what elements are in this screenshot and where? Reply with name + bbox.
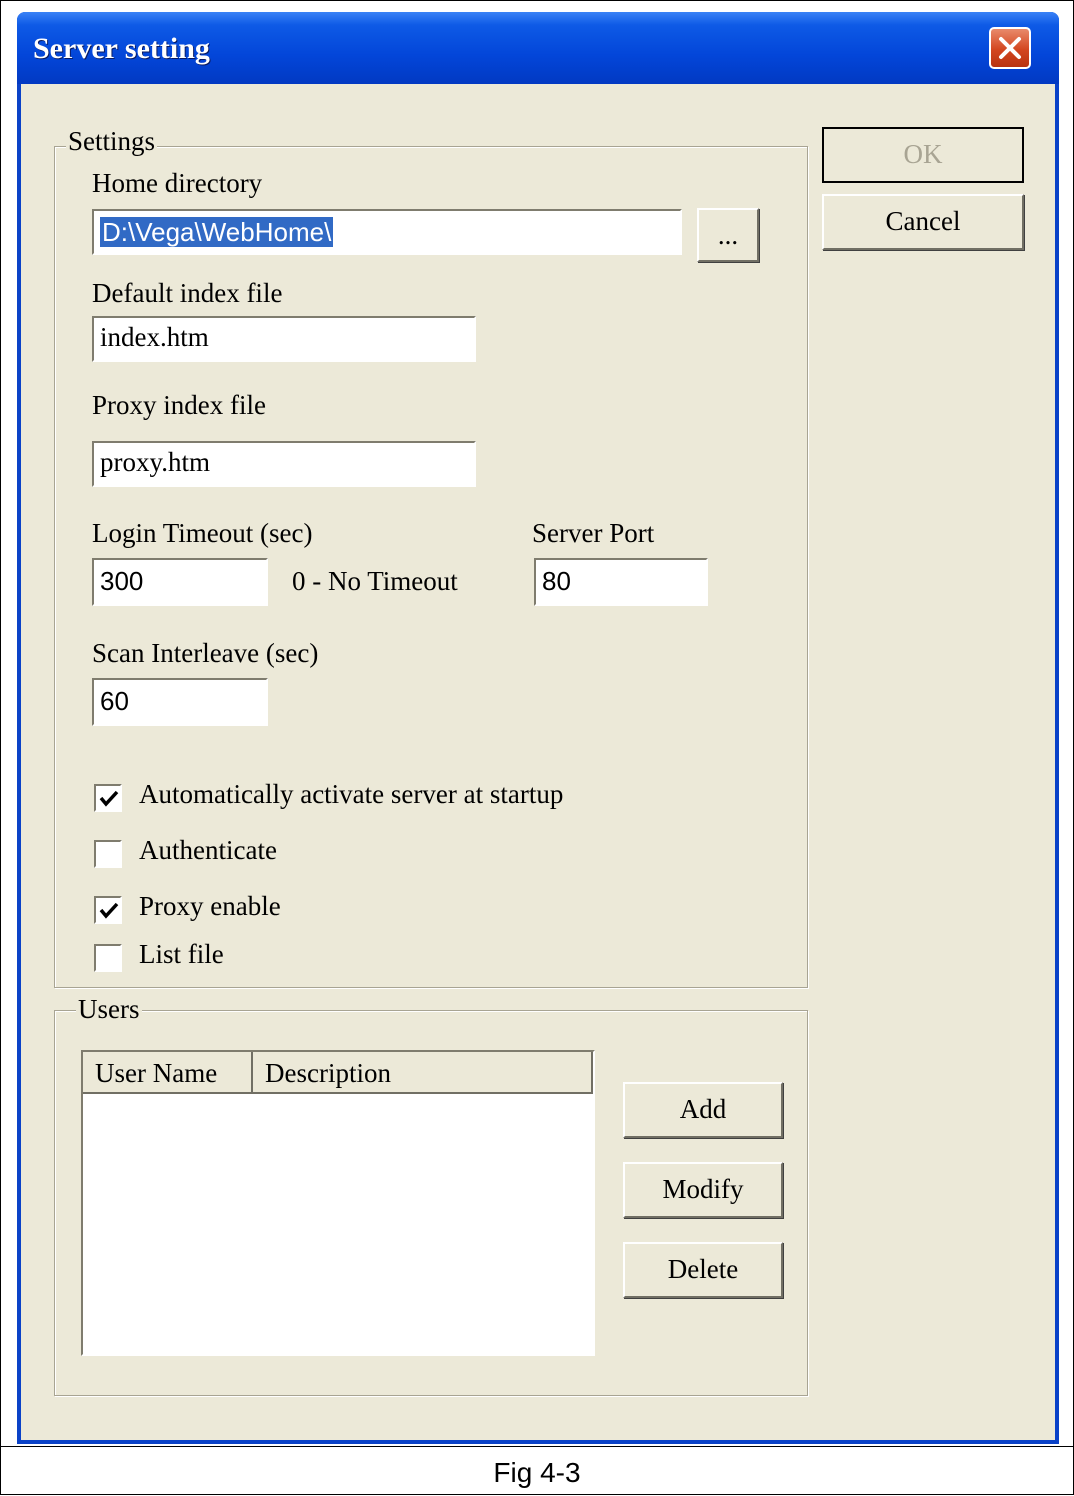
authenticate-checkbox[interactable] — [94, 840, 122, 868]
scan-interleave-input[interactable]: 60 — [92, 678, 268, 726]
close-button[interactable] — [989, 27, 1031, 69]
list-file-label: List file — [139, 939, 224, 969]
delete-user-button[interactable]: Delete — [623, 1242, 783, 1298]
home-directory-input[interactable]: D:\Vega\WebHome\ — [92, 209, 682, 255]
ok-button[interactable]: OK — [822, 127, 1024, 183]
home-directory-label: Home directory — [92, 168, 263, 198]
checkmark-icon — [99, 790, 119, 807]
server-setting-dialog: Server setting Settings Home directory D… — [17, 12, 1059, 1444]
proxy-enable-checkbox[interactable] — [94, 896, 122, 924]
dialog-client-area: Settings Home directory D:\Vega\WebHome\… — [21, 84, 1055, 1440]
column-header-description[interactable]: Description — [253, 1052, 593, 1094]
proxy-index-label: Proxy index file — [92, 390, 266, 420]
proxy-enable-label[interactable]: Proxy enable — [139, 891, 281, 922]
window-title: Server setting — [33, 32, 210, 65]
figure-caption-area: Fig 4-3 — [0, 1446, 1074, 1496]
users-group-title: Users — [76, 994, 142, 1025]
checkmark-icon — [99, 902, 119, 919]
server-port-label: Server Port — [532, 518, 655, 548]
settings-group-title: Settings — [66, 126, 158, 157]
browse-button[interactable]: ... — [697, 208, 759, 262]
modify-user-button[interactable]: Modify — [623, 1162, 783, 1218]
scan-interleave-label: Scan Interleave (sec) — [92, 638, 319, 668]
title-bar[interactable]: Server setting — [17, 12, 1059, 84]
login-timeout-label: Login Timeout (sec) — [92, 518, 313, 548]
authenticate-label[interactable]: Authenticate — [139, 835, 277, 866]
login-timeout-input[interactable]: 300 — [92, 558, 268, 606]
cancel-button[interactable]: Cancel — [822, 194, 1024, 250]
server-port-input[interactable]: 80 — [534, 558, 708, 606]
auto-activate-label[interactable]: Automatically activate server at startup — [139, 779, 563, 810]
list-file-checkbox[interactable] — [94, 944, 122, 972]
add-user-button[interactable]: Add — [623, 1082, 783, 1138]
proxy-index-input[interactable]: proxy.htm — [92, 441, 476, 487]
default-index-input[interactable]: index.htm — [92, 316, 476, 362]
users-list[interactable]: User Name Description — [81, 1050, 595, 1356]
auto-activate-checkbox[interactable] — [94, 784, 122, 812]
column-header-user-name[interactable]: User Name — [83, 1052, 253, 1094]
login-timeout-hint: 0 - No Timeout — [292, 566, 458, 596]
figure-caption: Fig 4-3 — [493, 1457, 581, 1488]
default-index-label: Default index file — [92, 278, 283, 308]
close-icon — [999, 37, 1021, 59]
